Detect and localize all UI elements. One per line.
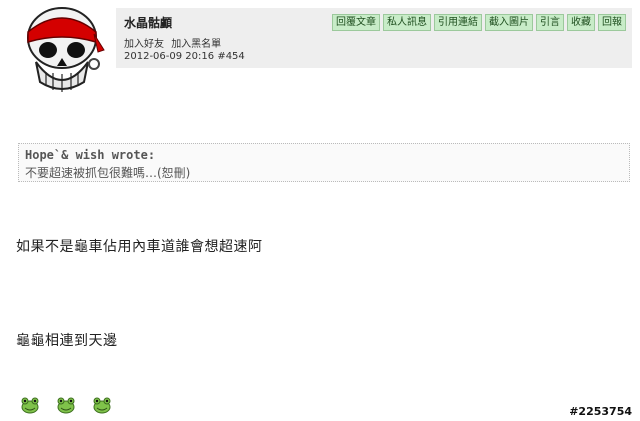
quote-button[interactable]: 引言	[536, 14, 564, 31]
add-blacklist-link[interactable]: 加入黑名單	[171, 39, 221, 50]
post-number[interactable]: #454	[217, 51, 244, 62]
username[interactable]: 水晶骷顱	[124, 14, 172, 31]
post-actions: 回覆文章 私人訊息 引用連結 截入圖片 引言 收藏 回報	[332, 14, 626, 31]
private-message-button[interactable]: 私人訊息	[383, 14, 431, 31]
report-button[interactable]: 回報	[598, 14, 626, 31]
post-body-line-1: 如果不是龜車佔用內車道誰會想超速阿	[16, 239, 263, 255]
quote-box: Hope`& wish wrote: 不要超速被抓包很難嗎…(恕刪)	[18, 143, 630, 182]
skull-icon	[27, 7, 105, 92]
add-friend-link[interactable]: 加入好友	[124, 39, 164, 50]
quote-text: 不要超速被抓包很難嗎…(恕刪)	[25, 166, 191, 180]
favorite-button[interactable]: 收藏	[567, 14, 595, 31]
quote-author: Hope`& wish wrote:	[25, 148, 156, 162]
post-body-line-2: 龜龜相連到天邊	[16, 333, 118, 349]
watermark: #2253754	[569, 405, 632, 418]
emoticon-row	[20, 396, 112, 414]
post-timestamp: 2012-06-09 20:16	[124, 51, 215, 62]
post-meta: 2012-06-09 20:16 #454	[124, 51, 245, 62]
user-links: 加入好友 加入黑名單	[124, 35, 225, 50]
post-header: 水晶骷顱 加入好友 加入黑名單 2012-06-09 20:16 #454 回覆…	[116, 8, 632, 68]
user-avatar[interactable]	[18, 2, 106, 96]
load-images-button[interactable]: 截入圖片	[485, 14, 533, 31]
frog-emoticon-icon	[21, 397, 39, 414]
frog-emoticon-icon	[57, 397, 75, 414]
reply-button[interactable]: 回覆文章	[332, 14, 380, 31]
frog-emoticon-icon	[93, 397, 111, 414]
quote-link-button[interactable]: 引用連結	[434, 14, 482, 31]
